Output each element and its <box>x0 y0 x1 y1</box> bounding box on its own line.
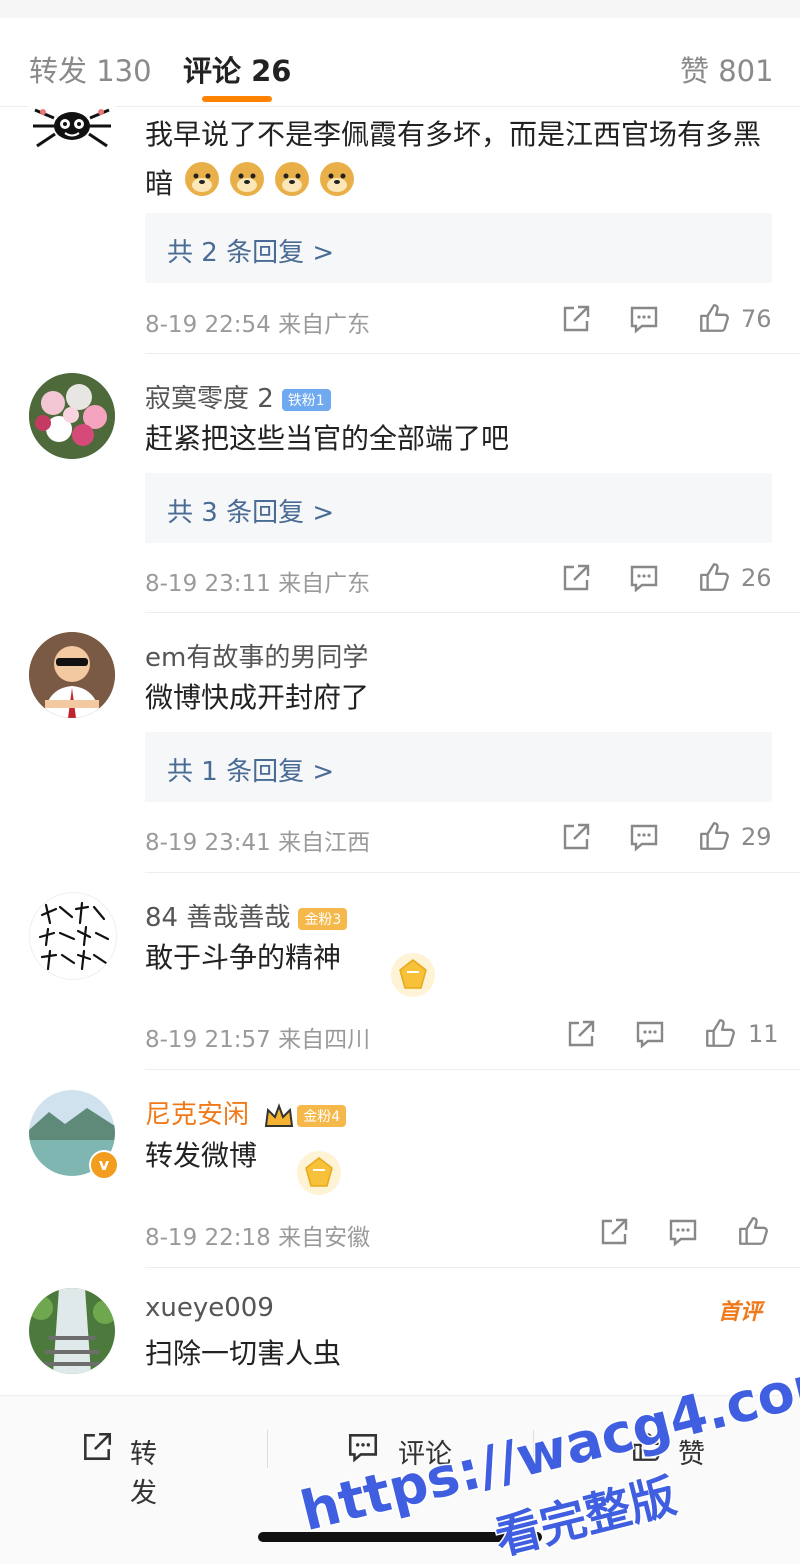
comment-icon[interactable] <box>628 303 660 335</box>
active-tab-indicator <box>202 96 272 102</box>
like-icon[interactable] <box>697 560 731 594</box>
share-icon[interactable] <box>565 1018 597 1050</box>
view-replies-button[interactable]: 共 2 条回复 > <box>145 213 772 283</box>
comment-meta: 8-19 23:41 来自江西 <box>145 830 371 856</box>
divider <box>145 353 800 354</box>
divider <box>267 1430 268 1468</box>
fan-badge: 金粉3 <box>298 907 348 930</box>
like-icon[interactable] <box>736 1214 770 1248</box>
comment-icon[interactable] <box>634 1018 666 1050</box>
username[interactable]: 寂寞零度 2 铁粉1 <box>145 378 331 415</box>
divider <box>145 612 800 613</box>
fan-badge: 金粉4 <box>297 1104 347 1127</box>
home-indicator <box>258 1532 542 1542</box>
share-icon <box>84 1432 112 1460</box>
crown-icon <box>265 1102 294 1127</box>
share-icon[interactable] <box>560 562 592 594</box>
replies-label: 共 2 条回复 > <box>167 238 335 268</box>
comment-text: 扫除一切害人虫 <box>145 1337 342 1370</box>
like-count: 26 <box>741 564 772 592</box>
first-comment-tag: 首评 <box>718 1300 763 1325</box>
comment-text: 敢于斗争的精神 <box>145 941 342 974</box>
divider <box>145 872 800 873</box>
doge-emoji-icon <box>182 158 362 212</box>
tab-repost[interactable]: 转发 130 <box>29 48 152 90</box>
divider <box>533 1430 534 1468</box>
gold-gem-icon <box>297 1151 341 1195</box>
verified-badge-icon: v <box>89 1150 119 1180</box>
share-icon[interactable] <box>598 1216 630 1248</box>
comment-icon[interactable] <box>628 562 660 594</box>
avatar[interactable] <box>29 106 115 154</box>
username[interactable]: 84 善哉善哉 金粉3 <box>145 897 348 934</box>
status-bar-strip <box>0 0 800 18</box>
comment-text: 转发微博 <box>145 1139 258 1172</box>
avatar[interactable] <box>29 373 115 459</box>
comment-meta: 8-19 22:18 来自安徽 <box>145 1225 371 1251</box>
avatar[interactable] <box>29 632 115 718</box>
like-count: 11 <box>748 1020 779 1048</box>
calligraphy-avatar-icon <box>30 893 116 979</box>
comment-text: 我早说了不是李佩霞有多坏，而是江西官场有多黑暗 <box>145 112 775 212</box>
like-icon[interactable] <box>697 819 731 853</box>
like-icon <box>633 1433 662 1461</box>
divider <box>145 1267 800 1268</box>
comment-label: 评论 <box>398 1439 452 1470</box>
tab-likes[interactable]: 赞 801 <box>680 48 774 90</box>
comment-icon[interactable] <box>628 821 660 853</box>
comment-meta: 8-19 22:54 来自广东 <box>145 312 371 338</box>
username[interactable]: 尼克安闲 金粉4 <box>145 1094 347 1131</box>
comment-icon[interactable] <box>667 1216 699 1248</box>
comment-text: 赶紧把这些当官的全部端了吧 <box>145 422 510 455</box>
divider <box>145 1069 800 1070</box>
gold-gem-icon <box>391 953 435 997</box>
like-label: 赞 <box>678 1439 705 1470</box>
like-icon[interactable] <box>703 1016 737 1050</box>
replies-label: 共 1 条回复 > <box>167 757 335 787</box>
flowers-avatar-icon <box>29 373 115 459</box>
replies-label: 共 3 条回复 > <box>167 498 335 528</box>
username[interactable]: em有故事的男同学 <box>145 637 368 674</box>
like-count: 76 <box>741 305 772 333</box>
comment-meta: 8-19 23:11 来自广东 <box>145 571 371 597</box>
share-icon[interactable] <box>560 821 592 853</box>
comment-meta: 8-19 21:57 来自四川 <box>145 1027 371 1053</box>
avatar[interactable] <box>29 892 117 980</box>
tab-comments[interactable]: 评论 26 <box>183 48 291 90</box>
view-replies-button[interactable]: 共 3 条回复 > <box>145 473 772 543</box>
view-replies-button[interactable]: 共 1 条回复 > <box>145 732 772 802</box>
username[interactable]: xueye009 <box>145 1293 274 1323</box>
like-icon[interactable] <box>697 301 731 335</box>
repost-label: 转发 <box>130 1439 157 1509</box>
comment-text: 微博快成开封府了 <box>145 681 370 714</box>
tab-bar: 转发 130 评论 26 赞 801 <box>0 18 800 107</box>
share-icon[interactable] <box>560 303 592 335</box>
like-count: 29 <box>741 823 772 851</box>
comment-icon <box>348 1434 378 1463</box>
bottom-action-bar: 转发 评论 赞 <box>0 1395 800 1564</box>
waterfall-avatar-icon <box>29 1288 115 1374</box>
avatar[interactable] <box>29 1288 115 1374</box>
fan-badge: 铁粉1 <box>281 388 331 411</box>
spider-avatar-icon <box>29 106 115 154</box>
cartoon-man-avatar-icon <box>29 632 115 718</box>
